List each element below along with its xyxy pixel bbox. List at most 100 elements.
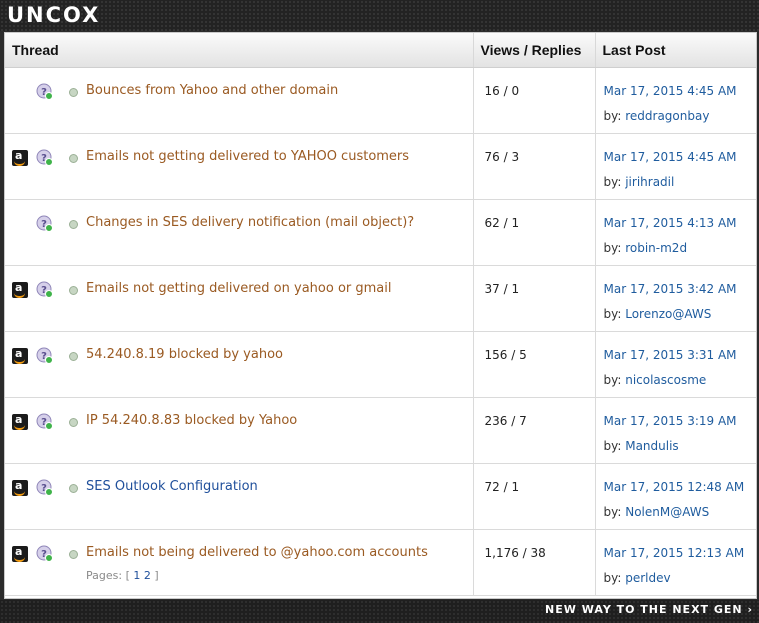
thread-title-link[interactable]: IP 54.240.8.83 blocked by Yahoo — [86, 413, 297, 428]
thread-title-link[interactable]: SES Outlook Configuration — [86, 479, 258, 494]
views-replies-cell: 1,176 / 38 — [473, 529, 596, 596]
last-post-user-link[interactable]: jirihradil — [625, 175, 674, 189]
status-dot-icon — [69, 220, 78, 229]
page-link-2[interactable]: 2 — [144, 569, 151, 582]
question-icon: ? — [36, 545, 53, 562]
pages-open-bracket: [ — [125, 569, 130, 582]
question-icon: ? — [36, 413, 53, 430]
question-icon: ? — [36, 215, 53, 232]
page-link-1[interactable]: 1 — [133, 569, 140, 582]
thread-cell: a ? Changes in SES delivery notification… — [5, 199, 474, 266]
table-row: a ? Bounces from Yahoo and other domain … — [5, 67, 757, 134]
amazon-icon: a — [12, 348, 28, 364]
thread-cell: a ? Emails not getting delivered on yaho… — [5, 265, 474, 332]
last-post-user-link[interactable]: reddragonbay — [625, 109, 709, 123]
views-replies-value: 62 / 1 — [484, 216, 520, 230]
last-post-author: by: perldev — [596, 560, 757, 585]
thread-rows: a ? Bounces from Yahoo and other domain … — [5, 67, 757, 596]
question-icon: ? — [36, 479, 53, 496]
views-replies-cell: 72 / 1 — [473, 463, 596, 530]
last-post-date-link[interactable]: Mar 17, 2015 12:48 AM — [596, 464, 757, 494]
thread-title-link[interactable]: Changes in SES delivery notification (ma… — [86, 215, 414, 230]
views-replies-value: 72 / 1 — [484, 480, 520, 494]
last-post-author: by: nicolascosme — [596, 362, 757, 387]
views-replies-cell: 16 / 0 — [473, 67, 596, 134]
last-post-date-link[interactable]: Mar 17, 2015 4:45 AM — [596, 68, 757, 98]
by-label: by: — [603, 439, 622, 453]
last-post-author: by: robin-m2d — [596, 230, 757, 255]
thread-title-link[interactable]: Bounces from Yahoo and other domain — [86, 83, 338, 98]
thread-cell: a ? IP 54.240.8.83 blocked by Yahoo — [5, 397, 474, 464]
by-label: by: — [603, 571, 622, 585]
last-post-user-link[interactable]: nicolascosme — [625, 373, 706, 387]
column-header-thread[interactable]: Thread — [5, 33, 474, 68]
status-dot-icon — [69, 154, 78, 163]
thread-title-link[interactable]: Emails not getting delivered to YAHOO cu… — [86, 149, 409, 164]
table-header-row: Thread Views / Replies Last Post — [5, 33, 756, 68]
views-replies-value: 76 / 3 — [484, 150, 520, 164]
table-row: a ? Changes in SES delivery notification… — [5, 199, 757, 266]
last-post-cell: Mar 17, 2015 4:45 AM by: reddragonbay — [595, 67, 757, 134]
last-post-author: by: Mandulis — [596, 428, 757, 453]
views-replies-value: 1,176 / 38 — [484, 546, 546, 560]
status-dot-icon — [69, 550, 78, 559]
status-dot-icon — [69, 286, 78, 295]
last-post-cell: Mar 17, 2015 12:48 AM by: NolenM@AWS — [595, 463, 757, 530]
column-header-views-replies[interactable]: Views / Replies — [473, 33, 596, 68]
views-replies-cell: 37 / 1 — [473, 265, 596, 332]
last-post-author: by: jirihradil — [596, 164, 757, 189]
by-label: by: — [603, 505, 622, 519]
last-post-user-link[interactable]: Lorenzo@AWS — [625, 307, 711, 321]
top-header-bar: UNCOX — [0, 0, 759, 31]
thread-title-link[interactable]: Emails not getting delivered on yahoo or… — [86, 281, 391, 296]
status-dot-icon — [69, 88, 78, 97]
views-replies-value: 156 / 5 — [484, 348, 527, 362]
table-row: a ? Emails not getting delivered on yaho… — [5, 265, 757, 332]
last-post-user-link[interactable]: NolenM@AWS — [625, 505, 709, 519]
views-replies-cell: 62 / 1 — [473, 199, 596, 266]
by-label: by: — [603, 241, 622, 255]
last-post-author: by: reddragonbay — [596, 98, 757, 123]
last-post-date-link[interactable]: Mar 17, 2015 3:42 AM — [596, 266, 757, 296]
last-post-date-link[interactable]: Mar 17, 2015 3:31 AM — [596, 332, 757, 362]
last-post-date-link[interactable]: Mar 17, 2015 4:45 AM — [596, 134, 757, 164]
table-row: a ? SES Outlook Configuration 72 / 1 Mar… — [5, 463, 757, 530]
views-replies-value: 236 / 7 — [484, 414, 527, 428]
last-post-date-link[interactable]: Mar 17, 2015 3:19 AM — [596, 398, 757, 428]
pages-label: Pages: — [86, 569, 123, 582]
thread-cell: a ? Emails not getting delivered to YAHO… — [5, 133, 474, 200]
by-label: by: — [603, 307, 622, 321]
last-post-cell: Mar 17, 2015 12:13 AM by: perldev — [595, 529, 757, 596]
last-post-cell: Mar 17, 2015 4:45 AM by: jirihradil — [595, 133, 757, 200]
footer-slogan[interactable]: NEW WAY TO THE NEXT GEN › — [545, 603, 753, 616]
amazon-icon: a — [12, 480, 28, 496]
last-post-author: by: Lorenzo@AWS — [596, 296, 757, 321]
amazon-icon: a — [12, 150, 28, 166]
last-post-user-link[interactable]: Mandulis — [625, 439, 678, 453]
thread-list-panel: Thread Views / Replies Last Post a ? Bou… — [4, 32, 757, 599]
thread-cell: a ? Bounces from Yahoo and other domain — [5, 67, 474, 134]
views-replies-value: 16 / 0 — [484, 84, 520, 98]
by-label: by: — [603, 109, 622, 123]
last-post-cell: Mar 17, 2015 4:13 AM by: robin-m2d — [595, 199, 757, 266]
table-row: a ? 54.240.8.19 blocked by yahoo 156 / 5… — [5, 331, 757, 398]
last-post-user-link[interactable]: perldev — [625, 571, 670, 585]
amazon-icon: a — [12, 414, 28, 430]
last-post-cell: Mar 17, 2015 3:19 AM by: Mandulis — [595, 397, 757, 464]
status-dot-icon — [69, 418, 78, 427]
question-icon: ? — [36, 347, 53, 364]
by-label: by: — [603, 373, 622, 387]
last-post-date-link[interactable]: Mar 17, 2015 4:13 AM — [596, 200, 757, 230]
last-post-user-link[interactable]: robin-m2d — [625, 241, 687, 255]
last-post-date-link[interactable]: Mar 17, 2015 12:13 AM — [596, 530, 757, 560]
status-dot-icon — [69, 484, 78, 493]
last-post-cell: Mar 17, 2015 3:42 AM by: Lorenzo@AWS — [595, 265, 757, 332]
thread-title-link[interactable]: Emails not being delivered to @yahoo.com… — [86, 545, 428, 560]
column-header-last-post[interactable]: Last Post — [595, 33, 756, 68]
thread-pages: Pages: [ 1 2 ] — [86, 569, 159, 582]
thread-title-link[interactable]: 54.240.8.19 blocked by yahoo — [86, 347, 283, 362]
site-logo[interactable]: UNCOX — [7, 3, 100, 27]
amazon-icon: a — [12, 546, 28, 562]
table-row: a ? Emails not being delivered to @yahoo… — [5, 529, 757, 596]
pages-close-bracket: ] — [154, 569, 159, 582]
